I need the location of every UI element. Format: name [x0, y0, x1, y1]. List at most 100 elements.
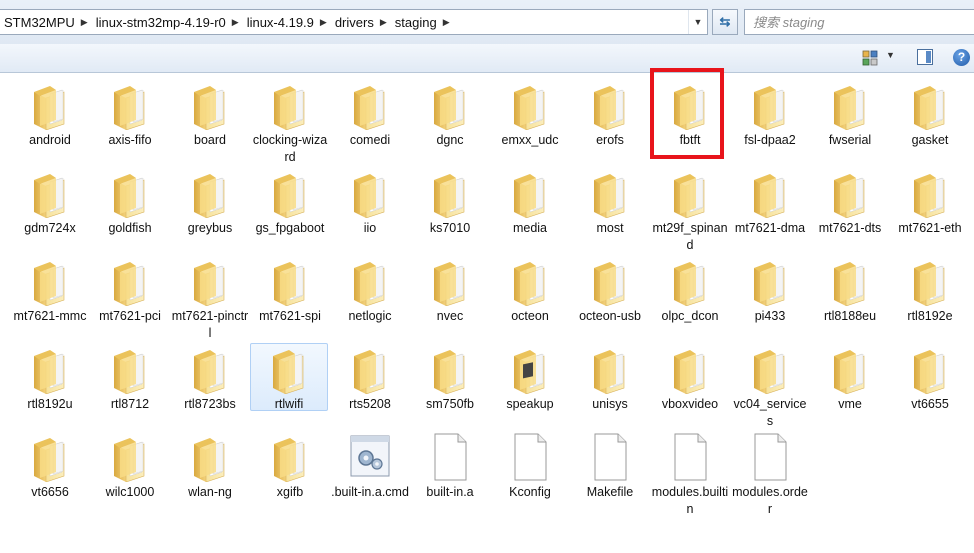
- folder-item[interactable]: sm750fb: [411, 344, 489, 413]
- folder-item[interactable]: vboxvideo: [651, 344, 729, 413]
- folder-item[interactable]: vme: [811, 344, 889, 413]
- breadcrumb-item-linux-4-19-9[interactable]: linux-4.19.9: [245, 15, 320, 30]
- folder-icon: [586, 344, 634, 395]
- folder-icon: [186, 344, 234, 395]
- folder-item[interactable]: mt7621-eth: [891, 168, 969, 237]
- breadcrumb-chevron-icon[interactable]: ▶: [443, 17, 456, 28]
- folder-item[interactable]: mt7621-pci: [91, 256, 169, 325]
- folder-item[interactable]: emxx_udc: [491, 80, 569, 149]
- folder-item[interactable]: fsl-dpaa2: [731, 80, 809, 149]
- folder-icon: [746, 168, 794, 219]
- folder-item[interactable]: mt29f_spinand: [651, 168, 729, 254]
- search-input[interactable]: [744, 9, 974, 35]
- folder-item[interactable]: pi433: [731, 256, 809, 325]
- item-label: xgifb: [276, 485, 304, 499]
- folder-item[interactable]: axis-fifo: [91, 80, 169, 149]
- item-label: mt7621-dma: [734, 221, 806, 235]
- item-label: vc04_services: [733, 397, 807, 428]
- folder-item[interactable]: gdm724x: [11, 168, 89, 237]
- folder-item[interactable]: vt6656: [11, 432, 89, 501]
- item-label: goldfish: [108, 221, 152, 235]
- file-icon: [746, 432, 794, 482]
- breadcrumb-item-drivers[interactable]: drivers: [333, 15, 380, 30]
- item-label: wlan-ng: [188, 485, 232, 499]
- item-label: Makefile: [586, 485, 634, 499]
- folder-item[interactable]: unisys: [571, 344, 649, 413]
- folder-item[interactable]: android: [11, 80, 89, 149]
- folder-item[interactable]: mt7621-dts: [811, 168, 889, 237]
- breadcrumb-chevron-icon[interactable]: ▶: [232, 17, 245, 28]
- folder-item[interactable]: rtl8192u: [11, 344, 89, 413]
- breadcrumb-item-linux-stm32mp[interactable]: linux-stm32mp-4.19-r0: [94, 15, 232, 30]
- help-icon[interactable]: ?: [953, 49, 970, 66]
- folder-item[interactable]: octeon-usb: [571, 256, 649, 325]
- file-item[interactable]: Kconfig: [491, 432, 569, 501]
- item-label: fwserial: [828, 133, 872, 147]
- folder-item[interactable]: ks7010: [411, 168, 489, 237]
- folder-item[interactable]: fwserial: [811, 80, 889, 149]
- folder-item[interactable]: vc04_services: [731, 344, 809, 430]
- folder-item[interactable]: mt7621-mmc: [11, 256, 89, 325]
- folder-item[interactable]: board: [171, 80, 249, 149]
- breadcrumb-item-stm32mpu[interactable]: STM32MPU: [2, 15, 81, 30]
- folder-item[interactable]: mt7621-dma: [731, 168, 809, 237]
- folder-item[interactable]: media: [491, 168, 569, 237]
- breadcrumb-chevron-icon[interactable]: ▶: [380, 17, 393, 28]
- folder-icon: [426, 256, 474, 307]
- file-item[interactable]: built-in.a: [411, 432, 489, 501]
- folder-icon: [346, 256, 394, 307]
- folder-item[interactable]: rtl8723bs: [171, 344, 249, 413]
- folder-item[interactable]: rtlwifi: [250, 343, 328, 411]
- item-label: built-in.a: [426, 485, 474, 499]
- item-label: media: [512, 221, 548, 235]
- address-bar[interactable]: STM32MPU ▶ linux-stm32mp-4.19-r0 ▶ linux-4…: [0, 9, 708, 35]
- item-label: most: [596, 221, 624, 235]
- folder-item[interactable]: wlan-ng: [171, 432, 249, 501]
- folder-item[interactable]: rtl8188eu: [811, 256, 889, 325]
- folder-item[interactable]: goldfish: [91, 168, 169, 237]
- folder-icon: [906, 80, 954, 131]
- folder-item[interactable]: gs_fpgaboot: [251, 168, 329, 237]
- file-item[interactable]: Makefile: [571, 432, 649, 501]
- folder-item[interactable]: comedi: [331, 80, 409, 149]
- breadcrumb-item-staging[interactable]: staging: [393, 15, 443, 30]
- folder-item[interactable]: most: [571, 168, 649, 237]
- breadcrumb-chevron-icon[interactable]: ▶: [81, 17, 94, 28]
- file-item[interactable]: modules.order: [731, 432, 809, 518]
- folder-icon: [586, 80, 634, 131]
- folder-item[interactable]: greybus: [171, 168, 249, 237]
- folder-item[interactable]: nvec: [411, 256, 489, 325]
- item-label: rtl8712: [110, 397, 150, 411]
- preview-pane-icon[interactable]: [917, 49, 933, 65]
- refresh-button[interactable]: ⇆: [712, 9, 738, 35]
- folder-item[interactable]: rtl8192e: [891, 256, 969, 325]
- folder-item[interactable]: xgifb: [251, 432, 329, 501]
- folder-item[interactable]: mt7621-pinctrl: [171, 256, 249, 342]
- folder-item[interactable]: octeon: [491, 256, 569, 325]
- folder-item[interactable]: iio: [331, 168, 409, 237]
- folder-item[interactable]: olpc_dcon: [651, 256, 729, 325]
- folder-icon: [506, 344, 554, 395]
- folder-item[interactable]: wilc1000: [91, 432, 169, 501]
- folder-item[interactable]: rts5208: [331, 344, 409, 413]
- folder-item[interactable]: vt6655: [891, 344, 969, 413]
- folder-item[interactable]: gasket: [891, 80, 969, 149]
- view-options-dropdown-icon[interactable]: ▼: [886, 50, 895, 60]
- breadcrumb-chevron-icon[interactable]: ▶: [320, 17, 333, 28]
- folder-item[interactable]: speakup: [491, 344, 569, 413]
- folder-item[interactable]: rtl8712: [91, 344, 169, 413]
- change-view-icon[interactable]: [862, 50, 878, 66]
- folder-icon: [426, 168, 474, 219]
- folder-item[interactable]: netlogic: [331, 256, 409, 325]
- folder-icon: [26, 80, 74, 131]
- file-item[interactable]: .built-in.a.cmd: [331, 432, 409, 501]
- folder-item[interactable]: dgnc: [411, 80, 489, 149]
- folder-item[interactable]: mt7621-spi: [251, 256, 329, 325]
- address-history-dropdown-icon[interactable]: ▼: [688, 10, 707, 34]
- folder-item[interactable]: erofs: [571, 80, 649, 149]
- item-label: octeon-usb: [579, 309, 641, 323]
- folder-item[interactable]: clocking-wizard: [251, 80, 329, 166]
- file-item[interactable]: modules.builtin: [651, 432, 729, 518]
- item-label: android: [29, 133, 71, 147]
- folder-icon: [666, 256, 714, 307]
